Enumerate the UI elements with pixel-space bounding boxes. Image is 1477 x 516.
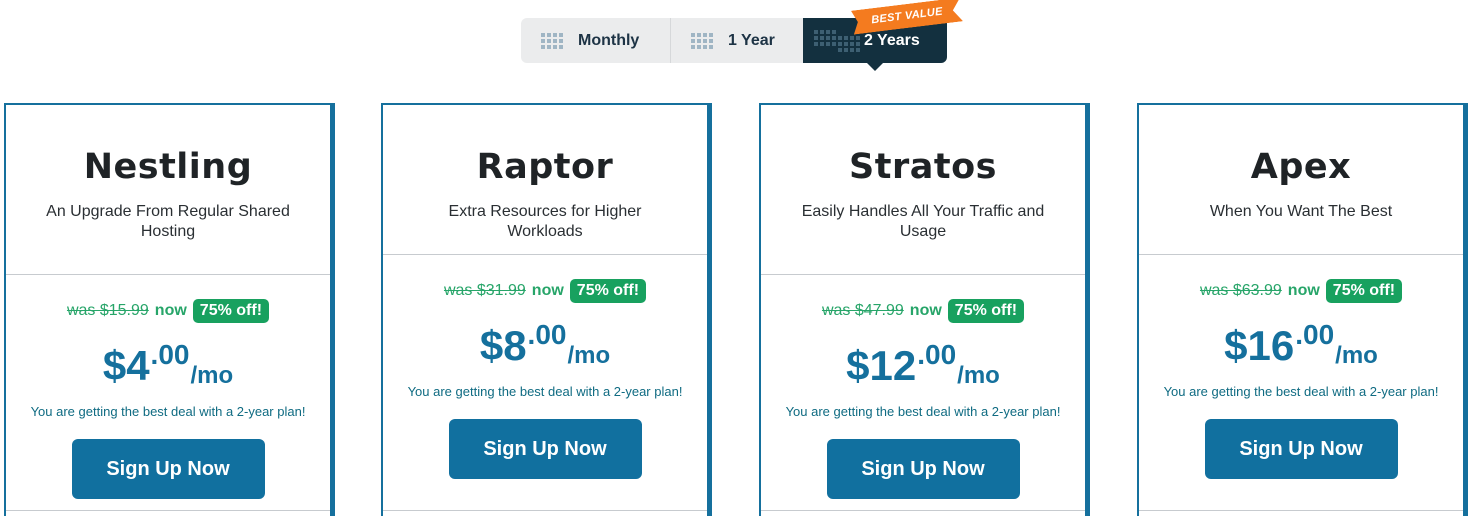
- price-period: /mo: [957, 362, 1000, 389]
- plan-header: Apex When You Want The Best: [1139, 105, 1463, 255]
- billing-option-monthly[interactable]: Monthly: [521, 18, 671, 63]
- price-currency: $: [102, 342, 127, 389]
- plan-name: Stratos: [849, 147, 997, 187]
- deal-note: You are getting the best deal with a 2-y…: [407, 384, 683, 399]
- now-label: now: [1287, 282, 1320, 299]
- plan-name: Raptor: [476, 147, 614, 187]
- discount-line: was $31.99 now 75% off!: [383, 278, 707, 304]
- plan-card-stratos: Stratos Easily Handles All Your Traffic …: [759, 103, 1087, 516]
- price-currency: $: [1224, 322, 1248, 369]
- discount-line: was $63.99 now 75% off!: [1139, 278, 1463, 304]
- plan-card-apex: Apex When You Want The Best was $63.99 n…: [1137, 103, 1465, 516]
- plan-header: Stratos Easily Handles All Your Traffic …: [761, 105, 1085, 275]
- price-currency: $: [479, 322, 504, 369]
- price-period: /mo: [567, 342, 611, 369]
- plan-price: $ 16 .00 /mo: [1139, 320, 1463, 372]
- plan-pricing: was $15.99 now 75% off! $ 4 .00 /mo You …: [6, 275, 330, 499]
- original-price: was $47.99: [821, 302, 904, 319]
- plan-pricing: was $47.99 now 75% off! $ 12 .00 /mo You…: [761, 275, 1085, 499]
- price-period: /mo: [1335, 342, 1378, 369]
- discount-badge: 75% off!: [1325, 279, 1403, 303]
- billing-option-label: 2 Years: [864, 31, 920, 49]
- card-divider: [1139, 510, 1463, 511]
- now-label: now: [531, 282, 564, 299]
- now-label: now: [154, 302, 187, 319]
- price-cents: .00: [1295, 319, 1335, 350]
- plan-name: Nestling: [83, 147, 253, 187]
- plan-price: $ 12 .00 /mo: [761, 340, 1085, 392]
- sign-up-button[interactable]: Sign Up Now: [826, 439, 1020, 499]
- plan-price: $ 8 .00 /mo: [383, 320, 707, 372]
- now-label: now: [909, 302, 942, 319]
- discount-badge: 75% off!: [192, 299, 270, 323]
- card-divider: [383, 510, 707, 511]
- discount-badge: 75% off!: [947, 299, 1025, 323]
- deal-note: You are getting the best deal with a 2-y…: [785, 404, 1061, 419]
- price-cents: .00: [150, 339, 190, 370]
- price-amount: 16: [1247, 322, 1295, 369]
- discount-line: was $47.99 now 75% off!: [761, 298, 1085, 324]
- original-price: was $63.99: [1199, 282, 1282, 299]
- original-price: was $15.99: [66, 302, 149, 319]
- plan-tagline: When You Want The Best: [1209, 203, 1393, 220]
- plan-pricing: was $31.99 now 75% off! $ 8 .00 /mo You …: [383, 255, 707, 479]
- sign-up-button[interactable]: Sign Up Now: [448, 419, 642, 479]
- discount-line: was $15.99 now 75% off!: [6, 298, 330, 324]
- original-price: was $31.99: [443, 282, 526, 299]
- price-period: /mo: [190, 362, 234, 389]
- card-divider: [6, 510, 330, 511]
- price-cents: .00: [917, 339, 957, 370]
- price-cents: .00: [527, 319, 567, 350]
- discount-badge: 75% off!: [569, 279, 647, 303]
- billing-option-1-year[interactable]: 1 Year: [671, 18, 803, 63]
- plan-pricing: was $63.99 now 75% off! $ 16 .00 /mo You…: [1139, 255, 1463, 479]
- sign-up-button[interactable]: Sign Up Now: [71, 439, 265, 499]
- price-currency: $: [846, 342, 870, 389]
- plan-tagline: Extra Resources for Higher Workloads: [448, 203, 642, 240]
- card-divider: [761, 510, 1085, 511]
- plan-card-raptor: Raptor Extra Resources for Higher Worklo…: [381, 103, 709, 516]
- plan-name: Apex: [1250, 147, 1352, 187]
- plan-header: Raptor Extra Resources for Higher Worklo…: [383, 105, 707, 255]
- plan-header: Nestling An Upgrade From Regular Shared …: [6, 105, 330, 275]
- grid-icon: [691, 32, 713, 49]
- price-amount: 12: [869, 342, 917, 389]
- billing-option-label: 1 Year: [728, 31, 775, 49]
- price-amount: 4: [126, 342, 150, 389]
- grid-stack-icon: [814, 29, 860, 52]
- price-amount: 8: [503, 322, 527, 369]
- billing-option-label: Monthly: [578, 31, 640, 49]
- selected-caret-icon: [867, 63, 883, 71]
- plan-price: $ 4 .00 /mo: [6, 340, 330, 392]
- plan-card-nestling: Nestling An Upgrade From Regular Shared …: [4, 103, 332, 516]
- plan-tagline: Easily Handles All Your Traffic and Usag…: [801, 203, 1045, 240]
- plan-tagline: An Upgrade From Regular Shared Hosting: [46, 203, 290, 240]
- deal-note: You are getting the best deal with a 2-y…: [1163, 384, 1439, 399]
- sign-up-button[interactable]: Sign Up Now: [1204, 419, 1398, 479]
- deal-note: You are getting the best deal with a 2-y…: [30, 404, 306, 419]
- grid-icon: [541, 32, 563, 49]
